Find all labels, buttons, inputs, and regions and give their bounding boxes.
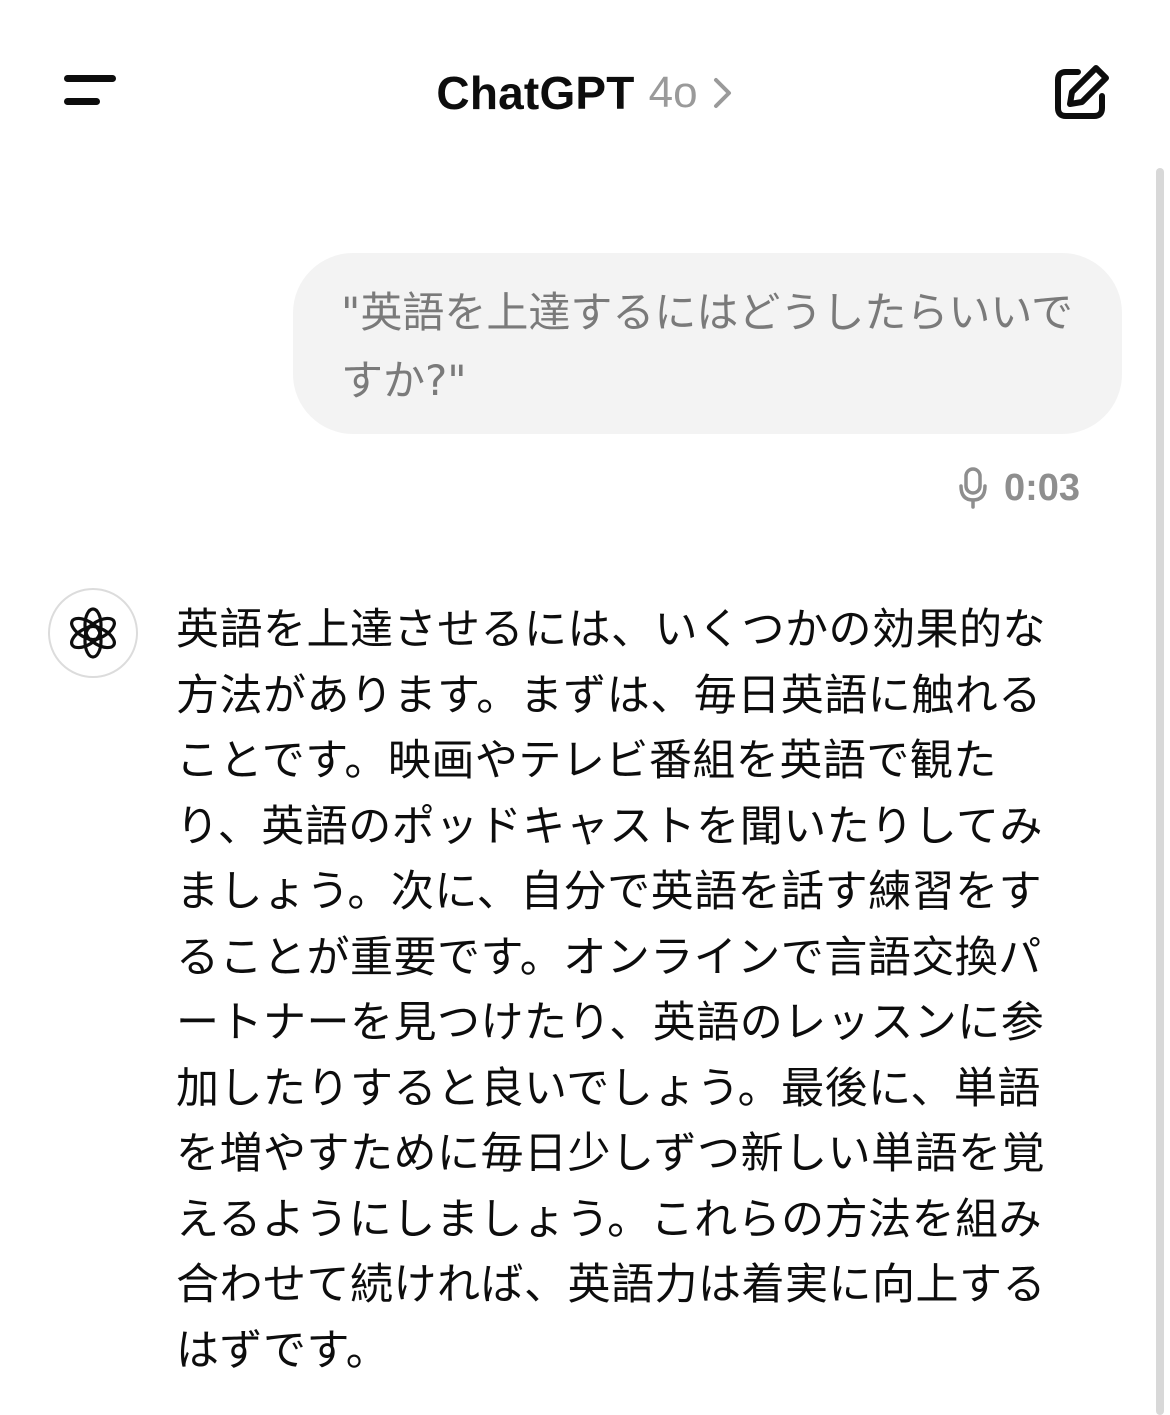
voice-message-meta: 0:03 <box>940 462 1080 514</box>
new-chat-button[interactable] <box>1046 58 1116 128</box>
menu-icon <box>64 75 116 82</box>
model-name: 4o <box>648 68 698 117</box>
menu-icon-line <box>64 98 100 105</box>
scrollbar[interactable] <box>1156 168 1164 1415</box>
voice-duration: 0:03 <box>1003 466 1080 509</box>
user-message-text: "英語を上達するにはどうしたらいいですか?" <box>341 288 1074 405</box>
user-message-bubble: "英語を上達するにはどうしたらいいですか?" <box>293 253 1122 434</box>
menu-button[interactable] <box>52 62 128 122</box>
top-bar: ChatGPT 4o <box>0 0 1170 180</box>
assistant-message-text: 英語を上達させるには、いくつかの効果的な方法があります。まずは、毎日英語に触れる… <box>176 605 1046 1376</box>
assistant-avatar <box>48 588 138 678</box>
mic-icon <box>959 467 987 509</box>
chevron-right-icon <box>713 78 731 108</box>
app-title: ChatGPT <box>436 67 635 119</box>
openai-logo-icon <box>70 607 116 659</box>
new-chat-icon <box>1055 65 1109 119</box>
assistant-message: 英語を上達させるには、いくつかの効果的な方法があります。まずは、毎日英語に触れる… <box>176 598 1076 1384</box>
model-selector[interactable]: ChatGPT 4o <box>300 58 870 128</box>
